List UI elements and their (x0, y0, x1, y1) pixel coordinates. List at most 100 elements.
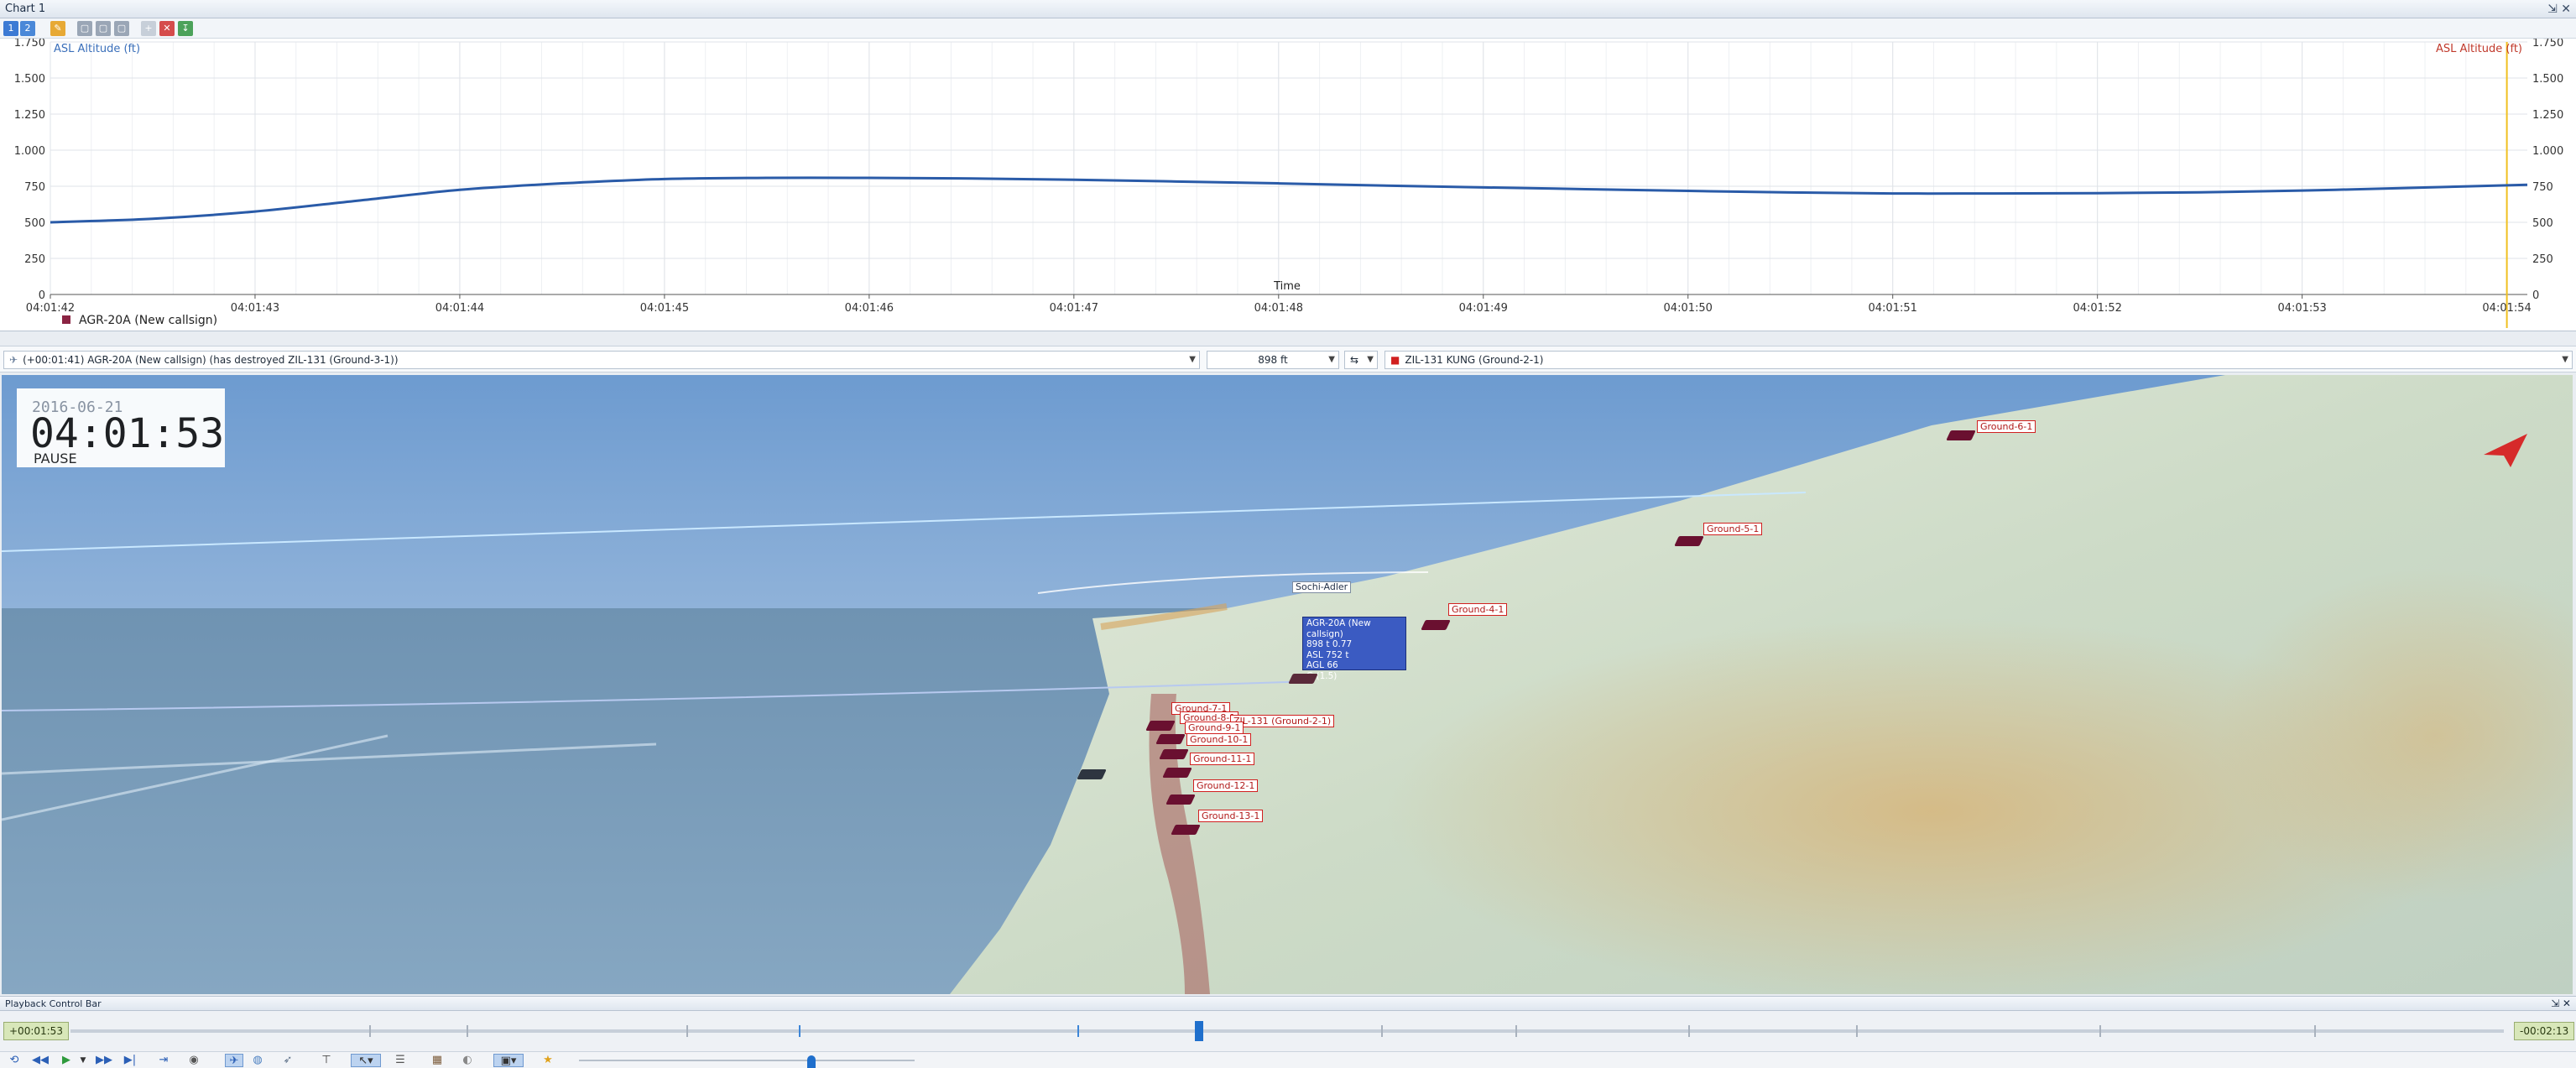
ground-unit-marker[interactable] (1145, 721, 1176, 731)
ground-label[interactable]: Ground-9-1 (1185, 722, 1244, 734)
y-tick-label-left: 250 (24, 253, 45, 266)
x-tick-label: 04:01:52 (2073, 302, 2121, 315)
ground-label[interactable]: Ground-6-1 (1977, 420, 2036, 433)
rewind-icon[interactable]: ◀◀ (32, 1054, 49, 1067)
x-tick-label: 04:01:53 (2277, 302, 2326, 315)
globe-icon[interactable]: ◍ (250, 1054, 265, 1067)
ground-unit-marker[interactable] (1421, 620, 1451, 630)
y-tick-label-left: 1.500 (14, 73, 45, 86)
speed-slider-thumb[interactable] (807, 1055, 816, 1068)
add-series-icon[interactable]: + (141, 21, 156, 36)
ground-unit-marker[interactable] (1674, 536, 1704, 546)
playback-window-buttons[interactable]: ⇲ ✕ (2551, 997, 2571, 1011)
y-tick-label-right: 1.000 (2532, 145, 2563, 158)
ground-unit-marker[interactable] (1165, 794, 1196, 805)
wreck-marker[interactable] (1077, 769, 1107, 779)
timeline-cursor[interactable] (1195, 1021, 1203, 1041)
aircraft-gforce: G (1.5) (1306, 670, 1338, 681)
y-axis-label-right: ASL Altitude (ft) (2436, 43, 2522, 55)
chart-window-buttons[interactable]: ⇲ ✕ (2547, 0, 2571, 18)
star-icon[interactable]: ★ (540, 1054, 555, 1067)
legend-entry[interactable]: AGR-20A (New callsign) (79, 314, 217, 327)
remove-series-icon[interactable]: ✕ (159, 21, 175, 36)
x-axis: 04:01:42 04:01:43 04:01:44 04:01:45 04:01:46… (26, 294, 2532, 315)
y-axis-label-left: ASL Altitude (ft) (54, 43, 140, 55)
chevron-down-icon[interactable]: ▼ (1328, 352, 1335, 368)
wrench-icon[interactable]: ✎ (50, 21, 65, 36)
ground-unit-marker[interactable] (1159, 749, 1189, 759)
y-tick-label-right: 500 (2532, 217, 2553, 230)
x-tick-label: 04:01:49 (1459, 302, 1508, 315)
ground-unit-marker[interactable] (1162, 768, 1192, 778)
fast-forward-icon[interactable]: ▶▶ (96, 1054, 112, 1067)
timeline-row: +00:01:53 -00:02:13 (0, 1011, 2576, 1051)
play-icon[interactable]: ▶ (59, 1054, 74, 1067)
aircraft-marker[interactable] (1288, 674, 1318, 684)
y-tick-label-right: 1.750 (2532, 39, 2563, 49)
zoom-box-icon[interactable]: ▢ (77, 21, 92, 36)
y-axis-left: 0 250 500 750 1.000 1.250 1.500 1.750 (14, 39, 45, 302)
chart-mode-2-icon[interactable]: 2 (20, 21, 35, 36)
ground-label[interactable]: ZIL-131 (Ground-2-1) (1230, 715, 1335, 727)
ground-label[interactable]: Ground-10-1 (1186, 733, 1252, 746)
ground-unit-marker[interactable] (1946, 430, 1976, 440)
remaining-time: -00:02:13 (2514, 1022, 2575, 1040)
y-tick-label-right: 250 (2532, 253, 2553, 266)
speed-slider-track[interactable] (579, 1060, 915, 1061)
missile-icon[interactable]: ➶ (280, 1054, 295, 1067)
chart-toolbar: 1 2 ✎ ▢ ▢ ▢ + ✕ ↧ (0, 18, 2576, 39)
elapsed-time: +00:01:53 (3, 1022, 69, 1040)
map-icon[interactable]: ▦ (430, 1054, 445, 1067)
ruler-icon[interactable]: ⊤ (319, 1054, 334, 1067)
camera-icon[interactable]: ◉ (186, 1054, 201, 1067)
playback-state: PAUSE (34, 451, 77, 466)
chart-window: Chart 1 ⇲ ✕ 1 2 ✎ ▢ ▢ ▢ + ✕ ↧ 0 250 500 750… (0, 0, 2576, 331)
window-icon[interactable]: ◐ (460, 1054, 475, 1067)
distance-field[interactable]: 898 ft ▼ (1207, 351, 1339, 369)
legend-swatch (62, 315, 70, 324)
export-icon[interactable]: ↧ (178, 21, 193, 36)
event-text: (+00:01:41) AGR-20A (New callsign) (has … (23, 354, 399, 366)
3d-scene (2, 375, 2573, 994)
ground-label[interactable]: Ground-13-1 (1198, 810, 1264, 822)
ground-unit-marker[interactable] (1155, 734, 1186, 744)
ground-unit-marker[interactable] (1171, 825, 1201, 835)
measure-mode-button[interactable]: ⇆ ▼ (1344, 351, 1378, 369)
play-dropdown-icon[interactable]: ▼ (76, 1054, 91, 1067)
grid-icon[interactable]: ▣▾ (493, 1054, 524, 1067)
loop-icon[interactable]: ⟲ (7, 1054, 22, 1067)
chart-grid (50, 41, 2527, 295)
airport-label[interactable]: Sochi-Adler (1292, 581, 1352, 593)
y-tick-label-right: 1.250 (2532, 109, 2563, 122)
x-tick-label: 04:01:44 (435, 302, 484, 315)
aircraft-icon[interactable]: ✈ (225, 1054, 243, 1067)
chart-mode-1-icon[interactable]: 1 (3, 21, 18, 36)
record-icon[interactable]: ⇥ (156, 1054, 171, 1067)
x-tick-label: 04:01:46 (845, 302, 894, 315)
x-tick-label: 04:01:50 (1664, 302, 1713, 315)
skip-end-icon[interactable]: ▶| (123, 1054, 138, 1067)
y-tick-label-left: 750 (24, 181, 45, 194)
measure-icon: ⇆ (1350, 354, 1359, 366)
ground-label[interactable]: Ground-5-1 (1703, 523, 1763, 535)
ground-label[interactable]: Ground-12-1 (1193, 779, 1259, 792)
aircraft-info-box[interactable]: AGR-20A (New callsign) 898 t 0.77 ASL 75… (1302, 617, 1406, 681)
truck-icon: ■ (1390, 354, 1400, 366)
aircraft-small-icon: ✈ (9, 354, 18, 366)
chevron-down-icon[interactable]: ▼ (1189, 352, 1196, 368)
target-selector[interactable]: ■ ZIL-131 KUNG (Ground-2-1) ▼ (1384, 351, 2573, 369)
ground-label[interactable]: Ground-11-1 (1190, 753, 1255, 765)
chevron-down-icon[interactable]: ▼ (2562, 352, 2568, 368)
chevron-down-icon[interactable]: ▼ (1367, 352, 1374, 368)
chart-titlebar: Chart 1 ⇲ ✕ (0, 0, 2576, 18)
layers-icon[interactable]: ☰ (393, 1054, 408, 1067)
x-tick-label: 04:01:51 (1869, 302, 1917, 315)
zoom-y-icon[interactable]: ▢ (114, 21, 129, 36)
3d-view[interactable]: 2016-06-21 04:01:53 PAUSE Sochi-Adler AG… (2, 375, 2573, 994)
ground-label[interactable]: Ground-4-1 (1448, 603, 1508, 616)
cursor-icon[interactable]: ↖▾ (351, 1054, 381, 1067)
y-tick-label-right: 1.500 (2532, 73, 2563, 86)
timeline-track[interactable] (70, 1021, 2504, 1041)
zoom-x-icon[interactable]: ▢ (96, 21, 111, 36)
event-selector[interactable]: ✈ (+00:01:41) AGR-20A (New callsign) (has… (3, 351, 1200, 369)
